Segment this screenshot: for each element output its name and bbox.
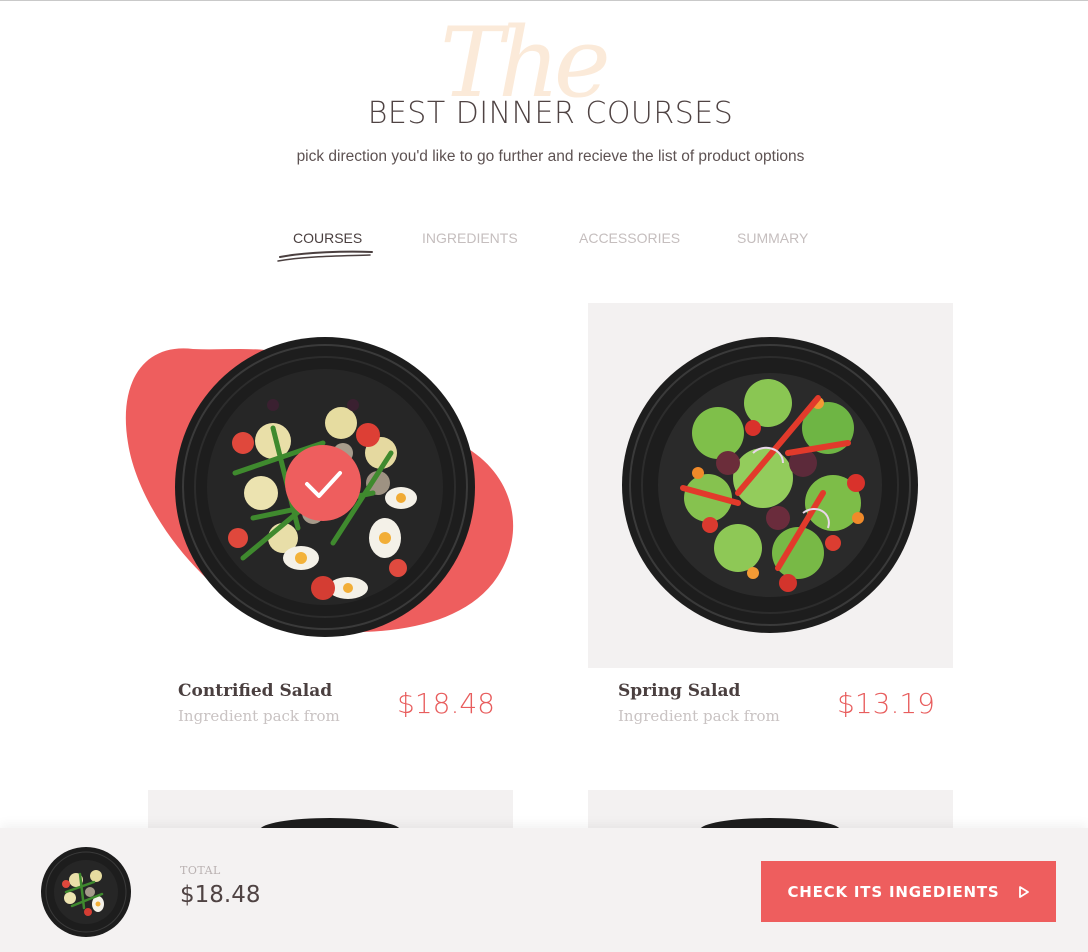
cta-label: CHECK ITS INGEDIENTS bbox=[787, 882, 1000, 901]
course-name: Contrified Salad bbox=[178, 681, 333, 701]
course-image[interactable] bbox=[588, 303, 953, 668]
tab-summary[interactable]: SUMMARY bbox=[737, 230, 808, 246]
active-tab-underline bbox=[277, 250, 373, 262]
page-subtitle: pick direction you'd like to go further … bbox=[296, 148, 805, 165]
course-price: $18.48 bbox=[397, 687, 495, 720]
course-card-partial[interactable] bbox=[588, 790, 953, 830]
play-outline-icon bbox=[1018, 885, 1029, 898]
total-label: TOTAL bbox=[180, 864, 221, 877]
salad-plate-image bbox=[700, 818, 840, 830]
salad-plate-image bbox=[622, 337, 918, 633]
selected-course-thumbnail bbox=[41, 847, 131, 937]
step-tabs: COURSES INGREDIENTS ACCESSORIES SUMMARY bbox=[0, 230, 1088, 270]
salad-plate-image bbox=[260, 818, 400, 830]
tab-courses[interactable]: COURSES bbox=[293, 230, 362, 246]
page-title: BEST DINNER COURSES bbox=[367, 96, 734, 131]
course-sub: Ingredient pack from bbox=[618, 707, 780, 725]
check-ingredients-button[interactable]: CHECK ITS INGEDIENTS bbox=[761, 861, 1056, 922]
order-summary-bar: TOTAL $18.48 CHECK ITS INGEDIENTS bbox=[0, 828, 1088, 952]
course-card-spring-salad[interactable]: Spring Salad Ingredient pack from $13.19 bbox=[588, 303, 953, 743]
course-card-partial[interactable] bbox=[148, 790, 513, 830]
top-border bbox=[0, 0, 1088, 1]
course-image[interactable] bbox=[125, 303, 514, 668]
course-name: Spring Salad bbox=[618, 681, 741, 701]
salad-plate-image bbox=[125, 337, 514, 637]
tab-accessories[interactable]: ACCESSORIES bbox=[579, 230, 680, 246]
course-sub: Ingredient pack from bbox=[178, 707, 340, 725]
course-card-contrified-salad[interactable]: Contrified Salad Ingredient pack from $1… bbox=[125, 303, 514, 743]
course-price: $13.19 bbox=[837, 687, 935, 720]
selected-check-badge bbox=[285, 445, 361, 521]
total-value: $18.48 bbox=[180, 882, 261, 908]
tab-ingredients[interactable]: INGREDIENTS bbox=[422, 230, 518, 246]
